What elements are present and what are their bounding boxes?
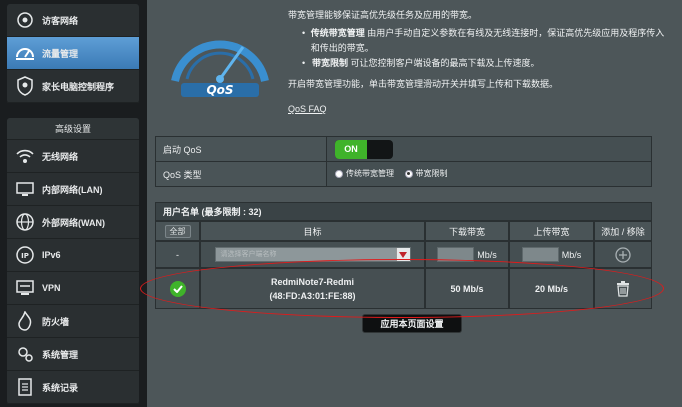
sidebar-item-label: 系统管理	[42, 349, 79, 360]
bullet-text: 可让您控制客户端设备的最高下载及上传速度。	[348, 58, 540, 68]
qos-faq-link[interactable]: QoS FAQ	[288, 104, 327, 114]
upload-input-cell: Mb/s	[509, 241, 594, 268]
radio-label: 带宽限制	[415, 169, 448, 179]
vpn-icon	[14, 277, 36, 299]
select-all-button[interactable]: 全部	[164, 224, 191, 238]
sidebar-item-label: 访客网络	[42, 15, 79, 26]
sidebar-item-label: 防火墙	[42, 316, 70, 327]
add-icon[interactable]	[615, 246, 631, 263]
intro-line: 带宽管理能够保证高优先级任务及应用的带宽。	[288, 10, 478, 20]
toggle-on-label: ON	[335, 139, 367, 159]
download-bandwidth-input[interactable]	[437, 247, 475, 262]
user-list: 用户名单 (最多限制 : 32) 全部 目标 下载带宽 上传带宽 添加 / 移除…	[155, 202, 652, 309]
wireless-icon	[14, 145, 36, 167]
radio-button-selected[interactable]	[404, 169, 413, 178]
traffic-manager-icon	[14, 42, 36, 64]
sidebar-item-label: 内部网络(LAN)	[42, 184, 103, 195]
qos-gauge-icon: QoS	[171, 40, 269, 97]
bullet-traditional: • 传统带宽管理 由用户手动自定义参数在有线及无线连接时，保证高优先级应用及程序…	[302, 28, 665, 53]
sidebar-item-label: VPN	[42, 283, 61, 293]
sidebar-item-label: IPv6	[42, 250, 61, 260]
check-cell	[155, 268, 200, 309]
enable-qos-label: 启动 QoS	[155, 136, 327, 162]
sidebar-item-ipv6[interactable]: IP IPv6	[7, 239, 139, 272]
sidebar-item-label: 流量管理	[42, 48, 79, 59]
col-action: 添加 / 移除	[594, 221, 652, 241]
trash-icon[interactable]	[616, 280, 630, 297]
sidebar-advanced-group: 高级设置 无线网络 内部网络(LAN) 外部网络(WAN) IP IPv6 VP…	[7, 118, 139, 404]
sidebar-general-group: 访客网络 流量管理 家长电脑控制程序	[7, 4, 139, 103]
sidebar-item-traffic-manager[interactable]: 流量管理	[7, 37, 139, 70]
user-list-header: 全部 目标 下载带宽 上传带宽 添加 / 移除	[155, 221, 652, 241]
enable-qos-cell: ON	[326, 136, 652, 162]
unit-label: Mb/s	[477, 249, 497, 260]
remove-cell	[594, 268, 652, 309]
bullet-title: 传统带宽管理	[310, 28, 365, 38]
apply-button[interactable]: 应用本页面设置	[362, 314, 462, 333]
all-cell: 全部	[155, 221, 200, 241]
checkmark-icon[interactable]	[169, 280, 186, 297]
table-row: RedmiNote7-Redmi (48:FD:A3:01:FE:88) 50 …	[155, 268, 652, 309]
target-client-input[interactable]: 请选择客户端名称	[214, 247, 411, 262]
radio-button[interactable]	[335, 169, 343, 178]
qos-type-cell: 传统带宽管理 带宽限制	[326, 161, 652, 187]
administration-icon	[14, 343, 36, 365]
radio-bandwidth-limit[interactable]: 带宽限制	[404, 168, 448, 179]
add-cell	[594, 241, 652, 268]
sidebar-item-firewall[interactable]: 防火墙	[7, 305, 139, 338]
sidebar-item-wan[interactable]: 外部网络(WAN)	[7, 206, 139, 239]
svg-text:QoS: QoS	[206, 83, 233, 97]
add-rule-row: - 请选择客户端名称 Mb/s Mb/s	[155, 241, 652, 268]
device-target: RedmiNote7-Redmi (48:FD:A3:01:FE:88)	[200, 268, 425, 309]
unit-label: Mb/s	[561, 249, 582, 260]
sidebar-advanced-header: 高级设置	[7, 118, 139, 140]
intro-line: 开启带宽管理功能，单击带宽管理滑动开关并填写上传和下载数据。	[288, 79, 559, 89]
qos-settings-table: 启动 QoS ON QoS 类型 传统带宽管理 带宽限制	[155, 136, 652, 187]
device-mac: (48:FD:A3:01:FE:88)	[269, 290, 356, 301]
sidebar: 访客网络 流量管理 家长电脑控制程序 高级设置 无线网络 内部网络(LAN) 外…	[0, 0, 147, 407]
col-upload: 上传带宽	[509, 221, 594, 241]
sidebar-item-lan[interactable]: 内部网络(LAN)	[7, 173, 139, 206]
bullet-bandwidth-limit: • 带宽限制 可让您控制客户端设备的最高下载及上传速度。	[302, 58, 540, 68]
sidebar-item-system-log[interactable]: 系统记录	[7, 371, 139, 404]
col-download: 下载带宽	[425, 221, 509, 241]
sidebar-item-label: 家长电脑控制程序	[42, 81, 115, 92]
chevron-down-icon[interactable]	[395, 248, 410, 261]
system-log-icon	[14, 376, 36, 398]
qos-type-label: QoS 类型	[155, 161, 327, 187]
device-download: 50 Mb/s	[425, 268, 509, 309]
radio-traditional[interactable]: 传统带宽管理	[335, 168, 394, 179]
add-row-dash: -	[155, 241, 200, 268]
device-upload: 20 Mb/s	[509, 268, 594, 309]
device-name: RedmiNote7-Redmi	[270, 276, 354, 287]
download-input-cell: Mb/s	[425, 241, 509, 268]
sidebar-item-label: 外部网络(WAN)	[42, 217, 105, 228]
parental-control-icon	[14, 75, 36, 97]
sidebar-item-wireless[interactable]: 无线网络	[7, 140, 139, 173]
main-content: QoS 带宽管理能够保证高优先级任务及应用的带宽。 • 传统带宽管理 由用户手动…	[147, 0, 682, 407]
guest-network-icon	[14, 9, 36, 31]
sidebar-item-guest-network[interactable]: 访客网络	[7, 4, 139, 37]
sidebar-item-parental-control[interactable]: 家长电脑控制程序	[7, 70, 139, 103]
svg-text:IP: IP	[21, 252, 29, 260]
upload-bandwidth-input[interactable]	[521, 247, 559, 262]
user-list-title: 用户名单 (最多限制 : 32)	[155, 202, 652, 221]
ipv6-icon: IP	[14, 244, 36, 266]
sidebar-item-label: 无线网络	[42, 151, 79, 162]
sidebar-item-label: 系统记录	[42, 382, 79, 393]
lan-icon	[14, 178, 36, 200]
sidebar-item-administration[interactable]: 系统管理	[7, 338, 139, 371]
bullet-title: 带宽限制	[312, 58, 349, 68]
firewall-icon	[14, 310, 36, 332]
col-target: 目标	[200, 221, 425, 241]
target-placeholder: 请选择客户端名称	[220, 251, 277, 258]
radio-label: 传统带宽管理	[346, 169, 394, 179]
qos-description: 带宽管理能够保证高优先级任务及应用的带宽。 • 传统带宽管理 由用户手动自定义参…	[288, 8, 673, 92]
wan-icon	[14, 211, 36, 233]
sidebar-item-vpn[interactable]: VPN	[7, 272, 139, 305]
target-cell: 请选择客户端名称	[200, 241, 425, 268]
enable-qos-toggle[interactable]: ON	[335, 139, 393, 159]
